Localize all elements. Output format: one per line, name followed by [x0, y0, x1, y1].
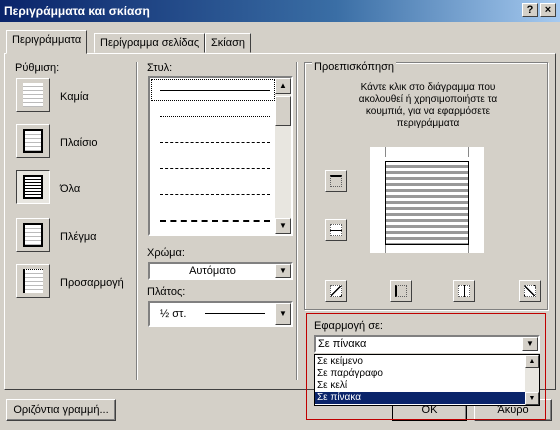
- setting-grid-button[interactable]: [16, 218, 50, 252]
- setting-custom-icon: [23, 269, 43, 293]
- scroll-down-icon[interactable]: ▼: [275, 218, 291, 234]
- tab-page-border[interactable]: Περίγραμμα σελίδας: [94, 33, 206, 53]
- chevron-down-icon[interactable]: ▼: [522, 337, 538, 351]
- dropdown-option[interactable]: Σε κείμενο: [315, 356, 525, 368]
- setting-custom-label: Προσαρμογή: [60, 277, 124, 289]
- setting-grid-icon: [23, 223, 43, 247]
- dropdown-option[interactable]: Σε παράγραφο: [315, 368, 525, 380]
- tab-shading[interactable]: Σκίαση: [205, 33, 252, 53]
- corner-mark: [468, 147, 469, 157]
- border-diagonal-up-icon: [330, 285, 342, 297]
- border-inside-v-button[interactable]: [453, 280, 475, 302]
- setting-custom-button[interactable]: [16, 264, 50, 298]
- style-option[interactable]: [160, 168, 270, 169]
- setting-all-label: Όλα: [60, 183, 81, 195]
- border-diagonal-down-icon: [524, 285, 536, 297]
- chevron-down-icon[interactable]: ▼: [275, 264, 291, 278]
- setting-box-icon: [23, 129, 43, 153]
- color-label: Χρώμα:: [147, 247, 185, 259]
- width-label: Πλάτος:: [147, 286, 186, 298]
- preview-label: Προεπισκόπηση: [312, 61, 396, 73]
- setting-label: Ρύθμιση:: [15, 62, 60, 74]
- style-option[interactable]: [160, 220, 270, 222]
- tab-page-border-label: Περίγραμμα σελίδας: [100, 37, 200, 49]
- style-option[interactable]: [160, 142, 270, 143]
- preview-instructions: Κάντε κλικ στο διάγραμμα που ακολουθεί ή…: [358, 82, 498, 129]
- tab-borders-label: Περιγράμματα: [12, 34, 82, 46]
- width-select[interactable]: ½ στ. ▼: [148, 301, 293, 327]
- style-option[interactable]: [160, 194, 270, 195]
- setting-none-label: Καμία: [60, 91, 89, 103]
- tab-borders[interactable]: Περιγράμματα: [6, 30, 88, 54]
- preview-table[interactable]: [385, 161, 469, 245]
- setting-box-label: Πλαίσιο: [60, 137, 98, 149]
- corner-mark: [385, 147, 386, 157]
- style-list[interactable]: ▲ ▼: [148, 76, 293, 236]
- setting-none-icon: [23, 83, 43, 107]
- apply-to-value: Σε πίνακα: [318, 338, 367, 350]
- border-inside-h-icon: [330, 224, 342, 236]
- scroll-up-icon[interactable]: ▲: [275, 78, 291, 94]
- border-left-icon: [395, 285, 407, 297]
- apply-to-dropdown[interactable]: Σε κείμενο Σε παράγραφο Σε κελί Σε πίνακ…: [314, 354, 540, 406]
- setting-all-button[interactable]: [16, 170, 50, 204]
- setting-grid-label: Πλέγμα: [60, 231, 97, 243]
- chevron-down-icon[interactable]: ▼: [275, 303, 291, 325]
- setting-none-button[interactable]: [16, 78, 50, 112]
- dropdown-scrollbar[interactable]: ▲ ▼: [525, 355, 539, 405]
- apply-to-select[interactable]: Σε πίνακα ▼: [314, 335, 540, 353]
- help-button[interactable]: ?: [522, 3, 538, 17]
- title-bar: Περιγράμματα και σκίαση ? ×: [0, 0, 560, 22]
- color-value: Αυτόματο: [189, 265, 236, 277]
- scroll-thumb[interactable]: [275, 96, 291, 126]
- border-inside-h-button[interactable]: [325, 219, 347, 241]
- divider: [296, 62, 298, 380]
- border-diagonal-up-button[interactable]: [325, 280, 347, 302]
- style-option[interactable]: [160, 116, 270, 117]
- color-select[interactable]: Αυτόματο ▼: [148, 262, 293, 280]
- scroll-down-icon[interactable]: ▼: [525, 392, 539, 405]
- border-inside-v-icon: [458, 285, 470, 297]
- dropdown-option[interactable]: Σε κελί: [315, 380, 525, 392]
- style-scrollbar[interactable]: ▲ ▼: [275, 78, 291, 234]
- dropdown-option[interactable]: Σε πίνακα: [315, 392, 525, 404]
- style-option[interactable]: [160, 90, 270, 91]
- style-label: Στυλ:: [147, 62, 173, 74]
- setting-box-button[interactable]: [16, 124, 50, 158]
- horizontal-line-button[interactable]: Οριζόντια γραμμή...: [6, 399, 116, 421]
- scroll-up-icon[interactable]: ▲: [525, 355, 539, 368]
- tab-shading-label: Σκίαση: [211, 37, 246, 49]
- border-left-button[interactable]: [390, 280, 412, 302]
- divider: [136, 62, 138, 380]
- border-diagonal-down-button[interactable]: [519, 280, 541, 302]
- width-value: ½ στ.: [160, 308, 187, 320]
- border-top-icon: [330, 175, 342, 187]
- close-button[interactable]: ×: [540, 3, 556, 17]
- apply-to-label: Εφαρμογή σε:: [314, 320, 383, 332]
- setting-all-icon: [23, 175, 43, 199]
- width-line-sample: [205, 313, 265, 314]
- window-title: Περιγράμματα και σκίαση: [4, 4, 150, 18]
- border-top-button[interactable]: [325, 170, 347, 192]
